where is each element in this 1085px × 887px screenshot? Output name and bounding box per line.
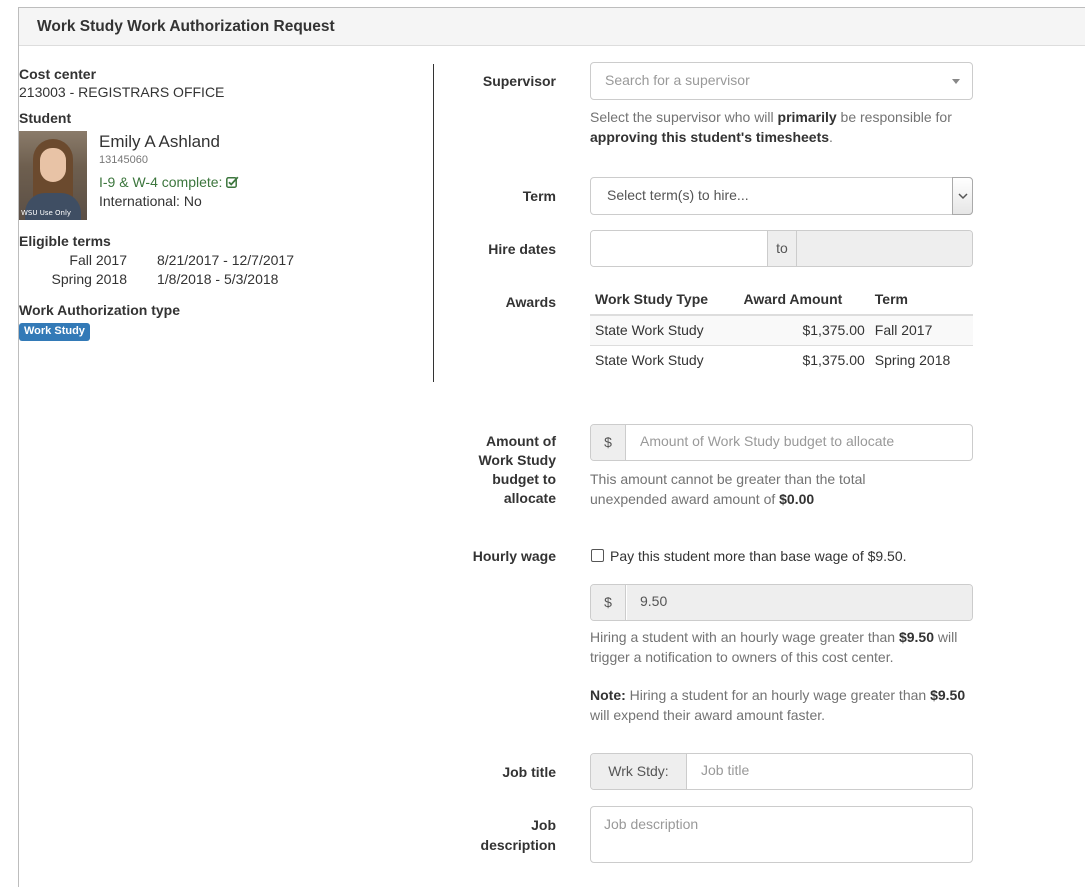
budget-input[interactable]: Amount of Work Study budget to allocate <box>627 425 972 460</box>
eligible-term-name: Spring 2018 <box>51 271 127 287</box>
hire-end-date-input[interactable] <box>797 231 972 266</box>
awards-table: Work Study Type Award Amount Term State … <box>590 287 973 375</box>
hire-dates-label: Hire dates <box>488 241 556 257</box>
hourly-wage-label: Hourly wage <box>472 548 556 564</box>
job-title-input[interactable]: Job title <box>688 754 972 789</box>
student-id: 13145060 <box>99 154 148 166</box>
term-select[interactable]: Select term(s) to hire... <box>590 177 973 215</box>
eligible-terms-table: Fall 2017 8/21/2017 - 12/7/2017 Spring 2… <box>19 251 294 289</box>
eligible-term-row: Spring 2018 1/8/2018 - 5/3/2018 <box>19 270 294 289</box>
check-square-icon <box>226 174 239 190</box>
auth-type-label: Work Authorization type <box>19 302 180 318</box>
supervisor-label: Supervisor <box>482 73 556 89</box>
select-arrow-button[interactable] <box>952 177 973 215</box>
column-divider <box>433 64 434 382</box>
currency-addon: $ <box>591 585 626 620</box>
dropdown-caret-icon <box>952 79 960 84</box>
auth-type-badge: Work Study <box>19 323 90 341</box>
student-summary: Cost center 213003 - REGISTRARS OFFICE S… <box>19 57 419 341</box>
award-type: State Work Study <box>590 314 739 346</box>
eligible-term-row: Fall 2017 8/21/2017 - 12/7/2017 <box>19 251 294 270</box>
hire-start-date-input[interactable] <box>591 231 767 266</box>
supervisor-select[interactable]: Search for a supervisor <box>590 62 973 100</box>
eligible-term-name: Fall 2017 <box>69 252 127 268</box>
table-row: State Work Study $1,375.00 Fall 2017 <box>590 314 973 346</box>
job-title-label: Job title <box>502 764 556 780</box>
hire-dates-separator: to <box>767 231 797 266</box>
student-photo: WSU Use Only <box>19 131 87 220</box>
panel-title: Work Study Work Authorization Request <box>19 8 1085 46</box>
photo-stamp: WSU Use Only <box>21 209 72 217</box>
chevron-down-icon <box>958 193 968 200</box>
job-description-label: Job description <box>480 817 556 853</box>
awards-col-amount: Award Amount <box>738 287 870 316</box>
award-term: Fall 2017 <box>869 314 973 346</box>
eligible-terms-label: Eligible terms <box>19 233 111 249</box>
eligible-term-dates: 8/21/2017 - 12/7/2017 <box>157 252 295 268</box>
international-status: International: No <box>99 193 202 209</box>
budget-input-group: $ Amount of Work Study budget to allocat… <box>590 424 973 461</box>
award-type: State Work Study <box>590 345 739 375</box>
job-title-group: Wrk Stdy: Job title <box>590 753 973 790</box>
pay-more-option: Pay this student more than base wage of … <box>591 546 907 566</box>
wage-input-group: $ 9.50 <box>590 584 973 621</box>
supervisor-placeholder: Search for a supervisor <box>605 72 750 88</box>
awards-col-type: Work Study Type <box>590 287 739 316</box>
job-title-prefix: Wrk Stdy: <box>591 754 687 789</box>
hire-dates-group: to <box>590 230 973 267</box>
budget-help: This amount cannot be greater than the t… <box>590 471 866 507</box>
term-label: Term <box>522 188 556 204</box>
cost-center-value: 213003 - REGISTRARS OFFICE <box>19 84 225 100</box>
wage-input[interactable]: 9.50 <box>627 585 972 620</box>
student-card: WSU Use Only Emily A Ashland 13145060 I-… <box>19 128 419 220</box>
awards-label: Awards <box>505 294 556 310</box>
pay-more-label: Pay this student more than base wage of … <box>610 548 907 564</box>
job-description-input[interactable]: Job description <box>590 806 973 863</box>
wage-help: Hiring a student with an hourly wage gre… <box>590 629 958 665</box>
awards-col-term: Term <box>869 287 973 316</box>
currency-addon: $ <box>591 425 626 460</box>
cost-center-label: Cost center <box>19 66 97 82</box>
term-placeholder: Select term(s) to hire... <box>607 187 749 203</box>
wage-note: Note: Hiring a student for an hourly wag… <box>590 687 966 723</box>
pay-more-checkbox[interactable] <box>591 549 604 562</box>
i9-status: I-9 & W-4 complete: <box>99 172 239 192</box>
award-amount: $1,375.00 <box>738 314 870 346</box>
budget-label: Amount of Work Study budget to allocate <box>478 433 556 506</box>
award-term: Spring 2018 <box>869 345 973 375</box>
i9-status-text: I-9 & W-4 complete: <box>99 174 223 190</box>
eligible-term-dates: 1/8/2018 - 5/3/2018 <box>157 271 279 287</box>
award-amount: $1,375.00 <box>738 345 870 375</box>
student-label: Student <box>19 110 72 126</box>
student-name: Emily A Ashland <box>99 132 220 151</box>
supervisor-help: Select the supervisor who will primarily… <box>590 109 952 145</box>
table-row: State Work Study $1,375.00 Spring 2018 <box>590 345 973 375</box>
